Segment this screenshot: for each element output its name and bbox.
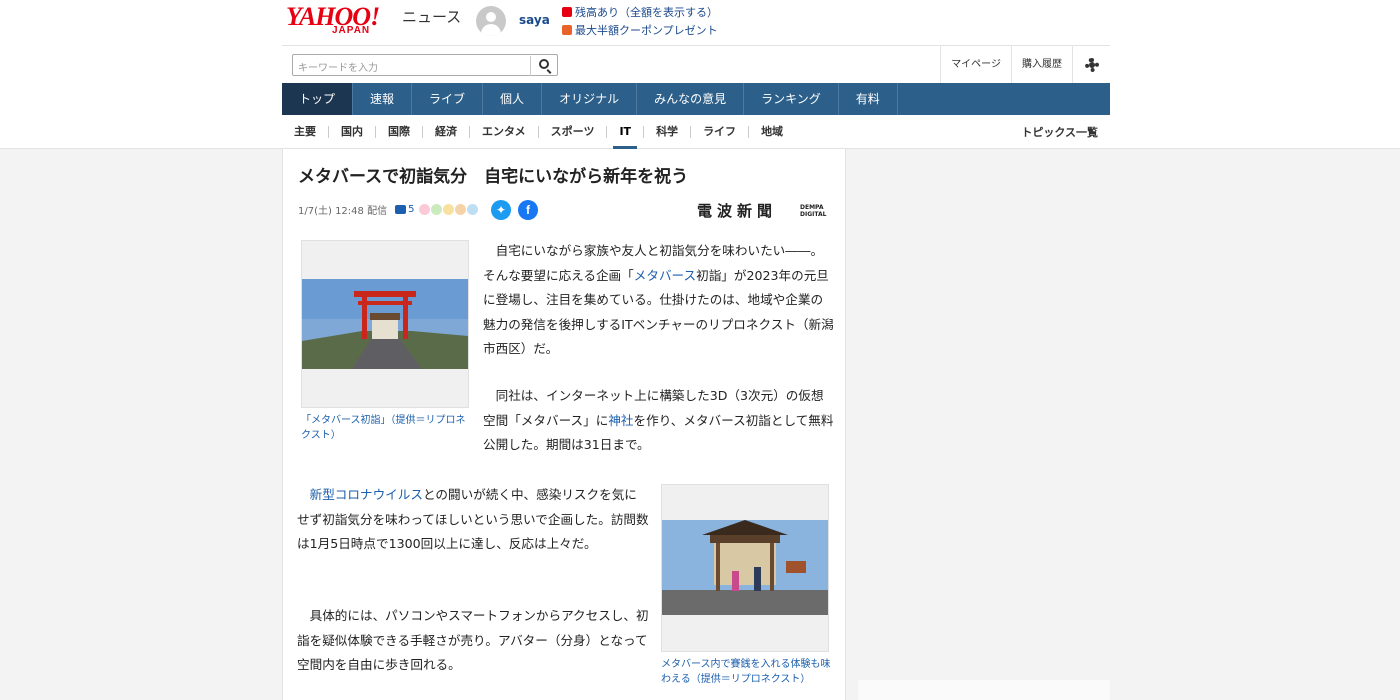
- sidebar-placeholder: [858, 680, 1110, 700]
- promo-coupon-link[interactable]: 最大半額クーポンプレゼント: [562, 22, 718, 38]
- twitter-share-button[interactable]: ✦: [491, 200, 511, 220]
- tab-paid[interactable]: 有料: [839, 83, 898, 115]
- category-science[interactable]: 科学: [644, 126, 692, 138]
- source-logo-sub: DEMPA DIGITAL: [800, 204, 827, 218]
- article: メタバースで初詣気分 自宅にいながら新年を祝う 1/7(土) 12:48 配信 …: [282, 149, 846, 700]
- category-it[interactable]: IT: [607, 126, 645, 149]
- article-date: 1/7(土) 12:48: [298, 206, 364, 217]
- covid-link[interactable]: 新型コロナウイルス: [310, 487, 423, 502]
- category-major[interactable]: 主要: [282, 126, 329, 138]
- mypage-link[interactable]: マイページ: [940, 46, 1011, 83]
- torii-scene-image: [302, 279, 468, 407]
- article-paragraph-3: 新型コロナウイルスとの闘いが続く中、感染リスクを気にせず初詣気分を味わってほしい…: [297, 487, 649, 551]
- search-row: キーワードを入力 マイページ 購入履歴: [282, 45, 1110, 83]
- header-links: マイページ 購入履歴: [940, 46, 1110, 83]
- category-local[interactable]: 地域: [749, 126, 795, 138]
- reaction-face-icon: [455, 204, 467, 215]
- category-domestic[interactable]: 国内: [329, 126, 376, 138]
- reaction-face-icon: [419, 204, 431, 215]
- header: YAHOO! JAPAN ニュース saya 残高あり（全額を表示する） 最大半…: [282, 0, 1110, 149]
- category-sports[interactable]: スポーツ: [539, 126, 608, 138]
- tab-original[interactable]: オリジナル: [542, 83, 638, 115]
- image-caption-2: メタバース内で賽銭を入れる体験も味わえる（提供＝リプロネクスト）: [661, 659, 831, 685]
- paypay-icon: [562, 7, 572, 17]
- delivered-label: 配信: [367, 206, 388, 217]
- article-paragraph-4: 具体的には、パソコンやスマートフォンからアクセスし、初詣を疑似体験できる手軽さが…: [297, 608, 649, 672]
- promo-balance-text: 残高あり（全額を表示する）: [575, 6, 718, 19]
- source-logo[interactable]: 電波新聞: [697, 200, 777, 221]
- reaction-face-icon: [467, 204, 479, 215]
- reaction-icons[interactable]: [419, 204, 479, 215]
- category-international[interactable]: 国際: [376, 126, 423, 138]
- search-input[interactable]: キーワードを入力: [292, 54, 558, 76]
- twitter-bird-icon: ✦: [495, 203, 507, 217]
- tab-opinions[interactable]: みんなの意見: [637, 83, 745, 115]
- article-title: メタバースで初詣気分 自宅にいながら新年を祝う: [298, 167, 689, 187]
- image-caption-1: 「メタバース初詣」（提供＝リプロネクスト）: [301, 415, 466, 441]
- masthead: YAHOO! JAPAN ニュース saya 残高あり（全額を表示する） 最大半…: [282, 0, 1110, 45]
- article-image-torii[interactable]: [301, 240, 469, 408]
- article-image-offering[interactable]: [661, 484, 829, 652]
- search-icon: [539, 59, 549, 69]
- tab-ranking[interactable]: ランキング: [744, 83, 839, 115]
- offering-scene-image: [662, 520, 828, 651]
- promo-coupon-text: 最大半額クーポンプレゼント: [575, 24, 718, 37]
- topics-list-link[interactable]: トピックス一覧: [1021, 124, 1098, 140]
- gear-icon: [1085, 58, 1099, 72]
- article-meta: 1/7(土) 12:48 配信 5: [298, 202, 479, 217]
- purchase-history-link[interactable]: 購入履歴: [1011, 46, 1072, 83]
- cart-icon: [562, 25, 572, 35]
- promo-balance-link[interactable]: 残高あり（全額を表示する）: [562, 4, 718, 20]
- yahoo-logo-sub: JAPAN: [332, 25, 371, 36]
- facebook-f-icon: f: [526, 203, 530, 217]
- comment-count[interactable]: 5: [408, 204, 414, 215]
- avatar[interactable]: [476, 6, 506, 36]
- article-paragraph-1: 自宅にいながら家族や友人と初詣気分を味わいたい――。そんな要望に応える企画「メタ…: [483, 243, 834, 356]
- comment-icon[interactable]: [395, 205, 407, 214]
- service-name[interactable]: ニュース: [402, 6, 461, 27]
- main-nav: トップ 速報 ライブ 個人 オリジナル みんなの意見 ランキング 有料: [282, 83, 1110, 115]
- facebook-share-button[interactable]: f: [518, 200, 538, 220]
- search-button[interactable]: [530, 56, 558, 76]
- category-economy[interactable]: 経済: [423, 126, 470, 138]
- settings-button[interactable]: [1072, 46, 1110, 83]
- tab-breaking[interactable]: 速報: [353, 83, 413, 115]
- metaverse-link[interactable]: メタバース: [634, 268, 696, 283]
- reaction-face-icon: [431, 204, 443, 215]
- shrine-link[interactable]: 神社: [608, 413, 633, 428]
- category-nav: 主要 国内 国際 経済 エンタメ スポーツ IT 科学 ライフ 地域 トピックス…: [282, 115, 1110, 149]
- reaction-face-icon: [443, 204, 455, 215]
- category-entertainment[interactable]: エンタメ: [470, 126, 539, 138]
- tab-individual[interactable]: 個人: [483, 83, 543, 115]
- tab-live[interactable]: ライブ: [412, 83, 484, 115]
- category-life[interactable]: ライフ: [691, 126, 750, 138]
- username[interactable]: saya: [519, 13, 550, 27]
- tab-top[interactable]: トップ: [282, 83, 354, 115]
- article-paragraph-2: 同社は、インターネット上に構築した3D（3次元）の仮想空間「メタバース」に神社を…: [483, 388, 834, 452]
